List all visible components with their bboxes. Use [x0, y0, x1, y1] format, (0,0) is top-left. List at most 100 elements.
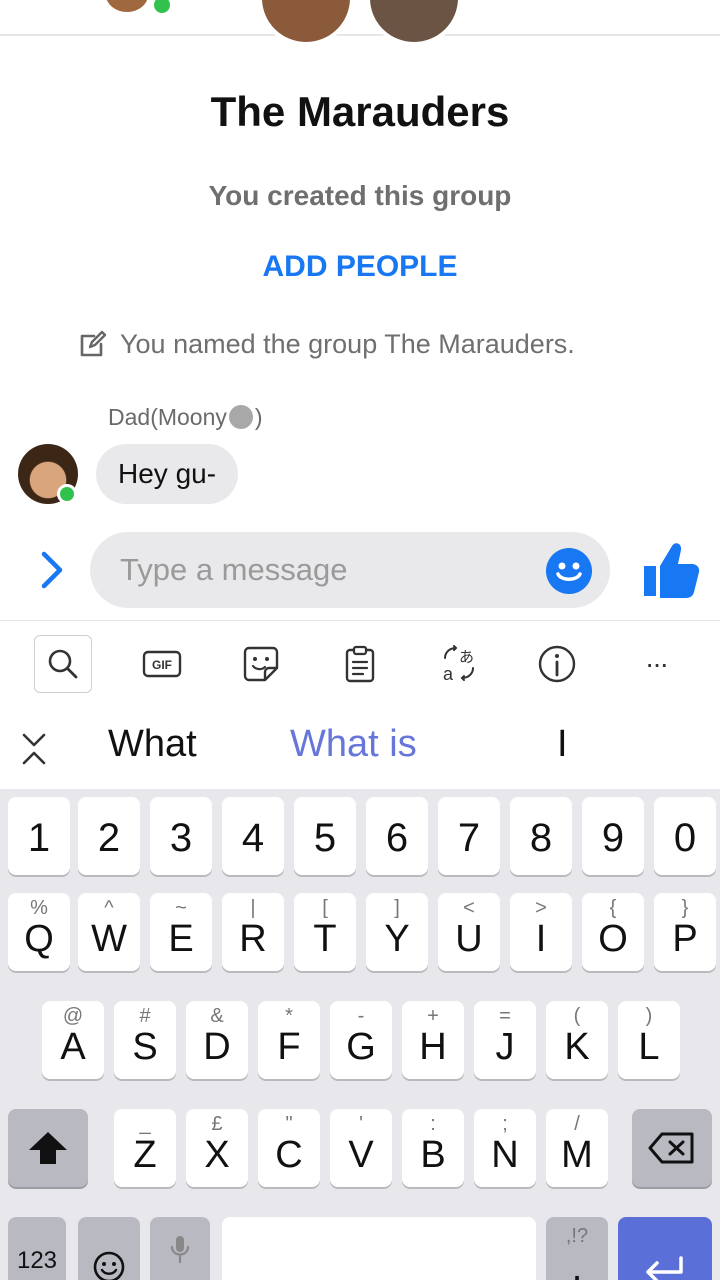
key-a[interactable]: @ A	[42, 1001, 104, 1079]
translate-button[interactable]: aあ	[430, 635, 488, 693]
info-button[interactable]	[528, 635, 586, 693]
suggestion-item[interactable]: What	[108, 723, 197, 766]
key-w[interactable]: ^ W	[78, 893, 140, 971]
gif-button[interactable]: GIF	[133, 635, 191, 693]
key-6[interactable]: 6	[366, 797, 428, 875]
key-label: A	[60, 1026, 86, 1068]
key-8[interactable]: 8	[510, 797, 572, 875]
message-input[interactable]	[120, 532, 540, 608]
group-member-avatar	[366, 0, 462, 46]
key-i[interactable]: > I	[510, 893, 572, 971]
clipboard-button[interactable]	[331, 635, 389, 693]
key-label: U	[455, 918, 483, 960]
key-label: M	[561, 1134, 593, 1176]
emoji-dot	[228, 405, 253, 429]
key-grid: 1 2 3 4 5 6 7 8 9 0 % Q ^ W ~ E | R [T ] Y < U…	[0, 789, 720, 1280]
key-o[interactable]: {O	[582, 893, 644, 971]
gif-label: GIF	[152, 658, 172, 672]
key-3[interactable]: 3	[150, 797, 212, 875]
message-composer	[90, 532, 610, 608]
key-alt-label: @	[62, 1005, 84, 1027]
suggestion-item[interactable]: What is	[290, 723, 417, 766]
emoji-key[interactable]	[78, 1217, 140, 1280]
key-label: B	[420, 1134, 446, 1176]
suggestion-item[interactable]: I	[557, 723, 568, 766]
group-title: The Marauders	[210, 88, 510, 135]
key-b[interactable]: :B	[402, 1109, 464, 1187]
add-people-button[interactable]: ADD PEOPLE	[240, 250, 480, 284]
more-button[interactable]: ···	[627, 635, 685, 693]
key-7[interactable]: 7	[438, 797, 500, 875]
emoji-button[interactable]	[546, 548, 592, 594]
key-0[interactable]: 0	[654, 797, 716, 875]
message-text: Hey gu-	[118, 458, 217, 489]
key-label: V	[348, 1134, 374, 1176]
key-label: W	[91, 918, 127, 960]
key-n[interactable]: ; N	[474, 1109, 536, 1187]
key-alt-label: *	[285, 1005, 293, 1027]
key-c[interactable]: " C	[258, 1109, 320, 1187]
key-v[interactable]: ' V	[330, 1109, 392, 1187]
key-g[interactable]: -G	[330, 1001, 392, 1079]
key-u[interactable]: < U	[438, 893, 500, 971]
online-indicator	[57, 484, 77, 504]
key-q[interactable]: % Q	[8, 893, 70, 971]
key-2[interactable]: 2	[78, 797, 140, 875]
sticker-icon	[243, 646, 279, 682]
search-icon	[48, 649, 78, 679]
key-e[interactable]: ~ E	[150, 893, 212, 971]
backspace-key[interactable]	[632, 1109, 712, 1187]
info-icon	[538, 645, 576, 683]
key-label: O	[598, 918, 628, 960]
key-alt-label: }	[681, 897, 689, 919]
key-x[interactable]: £ X	[186, 1109, 248, 1187]
space-key[interactable]	[222, 1217, 536, 1280]
key-4[interactable]: 4	[222, 797, 284, 875]
key-m[interactable]: / M	[546, 1109, 608, 1187]
key-f[interactable]: * F	[258, 1001, 320, 1079]
key-t[interactable]: [T	[294, 893, 356, 971]
key-p[interactable]: } P	[654, 893, 716, 971]
key-d[interactable]: & D	[186, 1001, 248, 1079]
key-label: 8	[529, 816, 553, 860]
microphone-icon	[170, 1236, 190, 1264]
key-h[interactable]: + H	[402, 1001, 464, 1079]
chevron-right-icon[interactable]	[30, 548, 74, 592]
collapse-icon[interactable]	[18, 731, 50, 767]
key-9[interactable]: 9	[582, 797, 644, 875]
key-label: D	[203, 1026, 231, 1068]
key-alt-label: <	[463, 897, 475, 919]
key-l[interactable]: ) L	[618, 1001, 680, 1079]
punctuation-key[interactable]: ,!?.	[546, 1217, 608, 1280]
key-5[interactable]: 5	[294, 797, 356, 875]
message-bubble[interactable]: Hey gu-	[96, 444, 239, 504]
key-alt-label: ]	[394, 897, 400, 919]
smiley-icon	[93, 1251, 125, 1280]
key-s[interactable]: # S	[114, 1001, 176, 1079]
sender-name-suffix: )	[254, 404, 263, 430]
shift-key[interactable]	[8, 1109, 88, 1187]
key-alt-label: =	[499, 1005, 511, 1027]
key-j[interactable]: = J	[474, 1001, 536, 1079]
keyboard-search-button[interactable]	[34, 635, 92, 693]
enter-icon	[646, 1256, 683, 1280]
key-label: Z	[133, 1134, 157, 1176]
more-icon: ···	[645, 648, 669, 679]
enter-key[interactable]	[618, 1217, 712, 1280]
voice-key[interactable]	[150, 1217, 210, 1280]
key-1[interactable]: 1	[8, 797, 70, 875]
group-avatars	[0, 0, 720, 48]
thumbs-up-icon[interactable]	[640, 538, 700, 600]
key-k[interactable]: (K	[546, 1001, 608, 1079]
key-alt-label: ,!?	[565, 1225, 589, 1247]
key-label: F	[277, 1026, 301, 1068]
key-z[interactable]: _ Z	[114, 1109, 176, 1187]
group-subtitle: You created this group	[208, 180, 512, 211]
key-r[interactable]: | R	[222, 893, 284, 971]
sticker-button[interactable]	[232, 635, 290, 693]
svg-text:a: a	[443, 664, 454, 684]
symbols-key[interactable]: 123	[8, 1217, 66, 1280]
key-alt-label: ^	[104, 897, 114, 919]
key-y[interactable]: ] Y	[366, 893, 428, 971]
key-label: E	[168, 918, 194, 960]
